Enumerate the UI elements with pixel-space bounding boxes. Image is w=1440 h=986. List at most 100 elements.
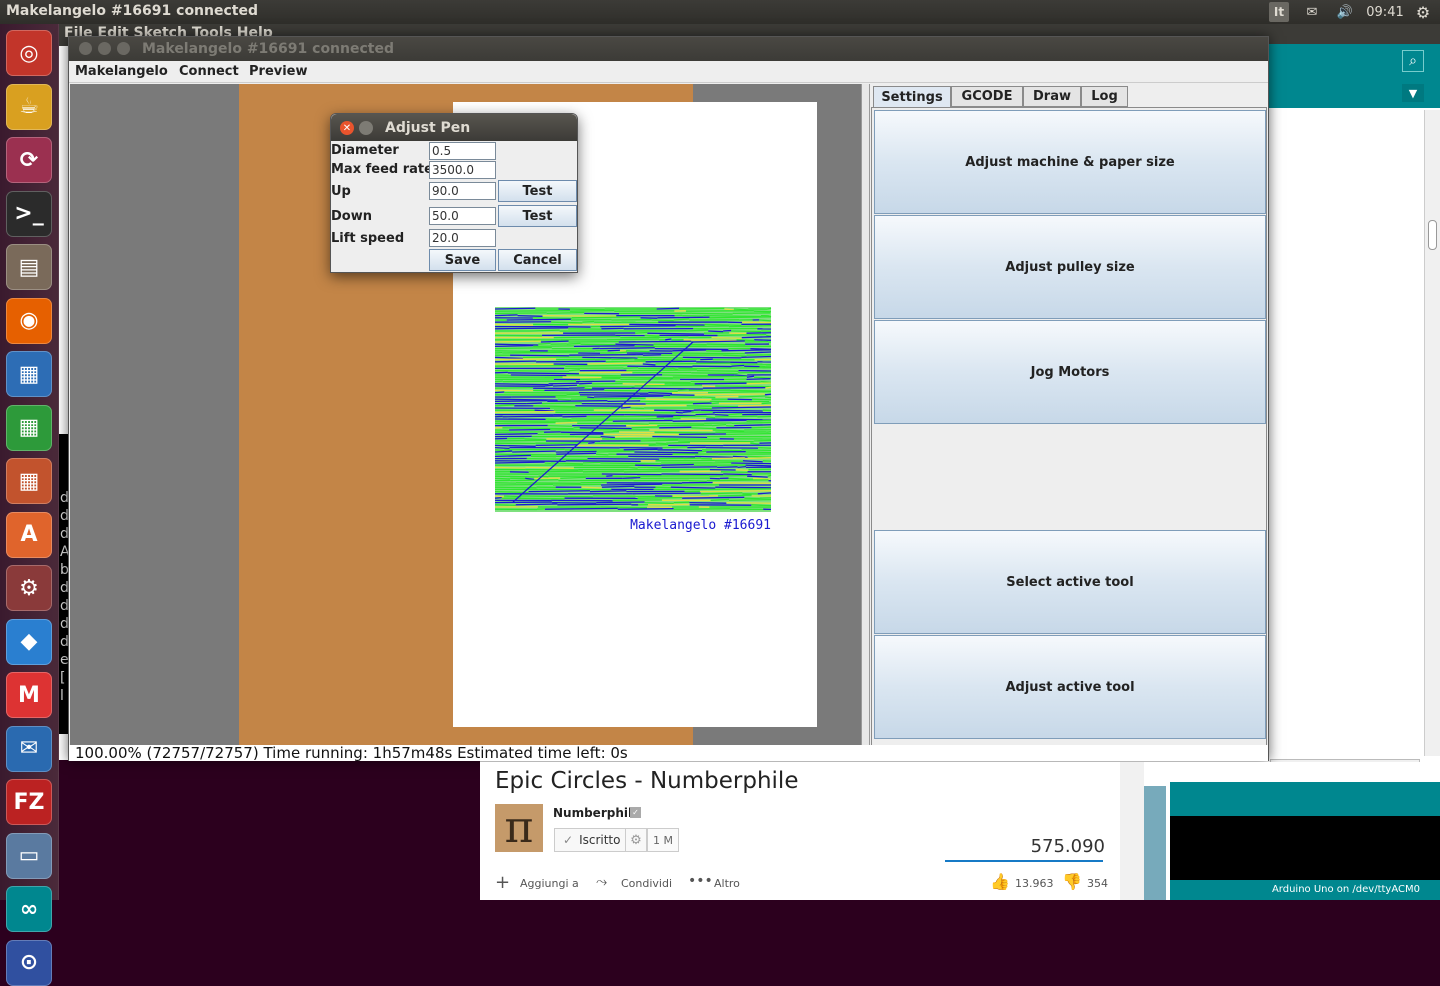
browser-gutter	[1120, 762, 1144, 900]
adjust-machine-paper-size-button[interactable]: Adjust machine & paper size	[874, 110, 1266, 214]
channel-avatar-pi-icon[interactable]: π	[495, 804, 543, 852]
dialog-title: Adjust Pen	[385, 120, 470, 136]
gmail-icon[interactable]: M	[6, 672, 52, 718]
writer-icon[interactable]: ▦	[6, 351, 52, 397]
remmina-icon[interactable]: ▭	[6, 833, 52, 879]
verified-check-icon: ✓	[630, 807, 641, 818]
diameter-label: Diameter	[331, 143, 399, 158]
view-count: 575.090	[985, 836, 1105, 857]
serial-monitor-icon[interactable]: ⌕	[1402, 50, 1424, 72]
tab-menu-chevron-icon[interactable]: ▼	[1402, 84, 1424, 102]
jog-motors-button[interactable]: Jog Motors	[874, 320, 1266, 424]
up-label: Up	[331, 184, 351, 199]
video-title[interactable]: Epic Circles - Numberphile	[495, 768, 798, 794]
keyboard-layout-indicator[interactable]: It	[1269, 2, 1289, 22]
save-button[interactable]: Save	[429, 249, 496, 271]
down-label: Down	[331, 209, 372, 224]
status-bar: 100.00% (72757/72757) Time running: 1h57…	[69, 745, 1268, 761]
scroll-thumb[interactable]	[1428, 220, 1437, 250]
dialog-maximize-icon[interactable]	[359, 121, 373, 135]
thunderbird-icon[interactable]: ✉	[6, 726, 52, 772]
settings-tab-content: Adjust machine & paper size Adjust pulle…	[871, 107, 1267, 746]
minimize-window-icon[interactable]	[98, 42, 111, 55]
adjust-pulley-size-button[interactable]: Adjust pulley size	[874, 215, 1266, 319]
more-label[interactable]: Altro	[714, 877, 740, 890]
settings-icon[interactable]: ⚙	[6, 565, 52, 611]
files-icon[interactable]: ▤	[6, 244, 52, 290]
lift-speed-field[interactable]	[429, 229, 496, 247]
control-panel: Settings GCODE Draw Log Adjust machine &…	[871, 84, 1267, 746]
tab-draw[interactable]: Draw	[1023, 86, 1081, 107]
terminal-icon[interactable]: >_	[6, 191, 52, 237]
arduino-console-area: Arduino Uno on /dev/ttyACM0	[1144, 762, 1440, 900]
thumbs-up-icon[interactable]: 👍	[990, 872, 1010, 891]
thumbs-down-icon[interactable]: 👎	[1062, 872, 1082, 891]
close-window-icon[interactable]	[79, 42, 92, 55]
menubar: Makelangelo Connect Preview	[69, 61, 1268, 83]
subscription-settings-icon[interactable]: ⚙	[625, 828, 647, 852]
more-dots-icon[interactable]: •••	[688, 873, 713, 889]
dialog-close-icon[interactable]: ✕	[340, 121, 354, 135]
impress-icon[interactable]: ▦	[6, 458, 52, 504]
teapot-app-icon[interactable]: ☕	[6, 84, 52, 130]
window-titlebar: Makelangelo #16691 connected	[69, 37, 1268, 61]
system-gear-icon[interactable]: ⚙	[1412, 2, 1434, 22]
sync-app-icon[interactable]: ⟳	[6, 137, 52, 183]
plotted-drawing: Makelangelo #16691	[493, 307, 778, 537]
clock[interactable]: 09:41	[1364, 2, 1406, 22]
tab-gcode[interactable]: GCODE	[951, 86, 1023, 107]
share-icon[interactable]: ⤳	[596, 874, 607, 890]
add-to-plus-icon[interactable]: +	[495, 872, 510, 893]
tab-log[interactable]: Log	[1081, 86, 1128, 107]
tab-settings[interactable]: Settings	[873, 86, 951, 108]
dislike-count: 354	[1087, 877, 1108, 890]
maximize-window-icon[interactable]	[117, 42, 130, 55]
ubuntu-dash-icon[interactable]: ◎	[6, 30, 52, 76]
thumbnail-strip	[1144, 786, 1166, 900]
subscribed-label: Iscritto	[579, 833, 620, 847]
window-title: Makelangelo #16691 connected	[142, 41, 394, 57]
max-feed-rate-field[interactable]	[429, 161, 496, 179]
down-field[interactable]	[429, 207, 496, 225]
add-to-label[interactable]: Aggiungi a	[520, 877, 579, 890]
makelangelo-window: Makelangelo #16691 connected Makelangelo…	[68, 36, 1269, 761]
cancel-button[interactable]: Cancel	[498, 249, 577, 271]
firefox-icon[interactable]: ◉	[6, 298, 52, 344]
check-icon: ✓	[563, 833, 573, 847]
lift-speed-label: Lift speed	[331, 231, 404, 246]
remote-icon[interactable]: ⊙	[6, 940, 52, 986]
active-window-title: Makelangelo #16691 connected	[6, 3, 258, 19]
split-pane-divider[interactable]	[861, 84, 870, 746]
channel-name[interactable]: Numberphile	[553, 806, 640, 820]
menu-connect[interactable]: Connect	[179, 64, 239, 79]
adjust-active-tool-button[interactable]: Adjust active tool	[874, 635, 1266, 739]
filezilla-icon[interactable]: FZ	[6, 779, 52, 825]
arduino-toolbar: ⌕ ▼	[1260, 44, 1440, 108]
board-status: Arduino Uno on /dev/ttyACM0	[1170, 880, 1440, 900]
arduino-launch-icon[interactable]: ∞	[6, 886, 52, 932]
up-field[interactable]	[429, 182, 496, 200]
mail-icon[interactable]: ✉	[1300, 2, 1324, 22]
youtube-video-info: Epic Circles - Numberphile π Numberphile…	[480, 762, 1120, 900]
calc-icon[interactable]: ▦	[6, 405, 52, 451]
console-header	[1170, 782, 1440, 816]
drawing-signature: Makelangelo #16691	[630, 518, 771, 533]
diameter-field[interactable]	[429, 142, 496, 160]
dropbox-icon[interactable]: ◆	[6, 619, 52, 665]
like-ratio-bar	[945, 860, 1103, 862]
unity-launcher: ◎☕⟳>_▤◉▦▦▦A⚙◆M✉FZ▭∞⊙	[0, 24, 59, 900]
subscriber-count: 1 M	[647, 828, 679, 852]
test-down-button[interactable]: Test	[498, 205, 577, 227]
volume-icon[interactable]: 🔊	[1333, 2, 1357, 22]
menu-preview[interactable]: Preview	[249, 64, 308, 79]
max-feed-rate-label: Max feed rate	[331, 162, 433, 177]
like-count: 13.963	[1015, 877, 1054, 890]
console-output	[1170, 816, 1440, 880]
editor-vertical-scrollbar[interactable]	[1424, 110, 1440, 756]
menu-makelangelo[interactable]: Makelangelo	[75, 64, 168, 79]
select-active-tool-button[interactable]: Select active tool	[874, 530, 1266, 634]
top-panel: Makelangelo #16691 connected It ✉ 🔊 09:4…	[0, 0, 1440, 24]
software-center-icon[interactable]: A	[6, 512, 52, 558]
share-label[interactable]: Condividi	[621, 877, 672, 890]
test-up-button[interactable]: Test	[498, 180, 577, 202]
